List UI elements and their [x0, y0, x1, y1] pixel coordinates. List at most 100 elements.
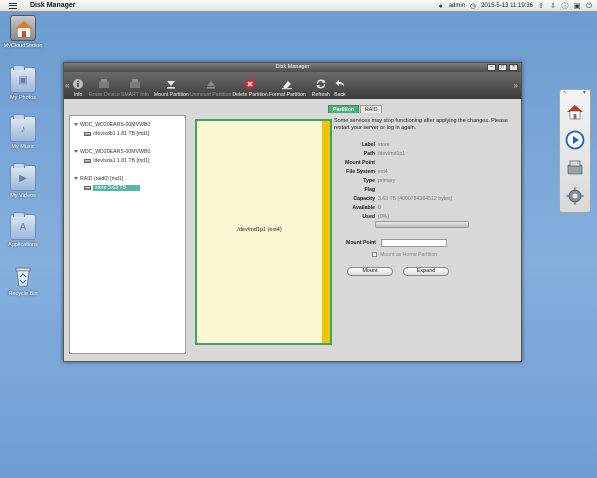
desktop-icon-label: My Music: [11, 144, 35, 150]
mount-point-input[interactable]: [381, 239, 447, 247]
format-partition-button[interactable]: Format Partition: [269, 78, 306, 98]
info-icon[interactable]: ⓘ: [561, 2, 569, 10]
download-icon[interactable]: ⇩: [549, 2, 557, 10]
delete-icon: [244, 78, 256, 90]
desktop-icon-recycle-bin[interactable]: Recycle Bin: [2, 263, 44, 297]
close-button[interactable]: ×: [509, 64, 518, 71]
refresh-button[interactable]: Refresh: [312, 78, 330, 98]
dock-menu-icon[interactable]: ▼: [582, 90, 587, 96]
erase-device-icon: [98, 78, 110, 90]
tree-device-2[interactable]: WDC_WD20EARS-00MVWB0: [74, 149, 150, 155]
refresh-label: Refresh: [311, 92, 330, 98]
tree-raid[interactable]: RAID (raid0) [md1]: [74, 176, 123, 182]
home-partition-checkbox[interactable]: [372, 252, 377, 257]
tree-device-1[interactable]: WDC_WD20EARS-00MVWB0: [74, 122, 150, 128]
settings-gear-icon: [566, 187, 584, 205]
desktop-icon-my-photos[interactable]: ▣ My Photos: [2, 65, 44, 101]
desktop-icon-my-music[interactable]: ♪ My Music: [2, 114, 44, 150]
expand-triangle-icon[interactable]: [74, 150, 78, 154]
desktop-icon-label: MyCloudStation: [3, 43, 43, 49]
unmount-partition-button[interactable]: Unmount Partition: [189, 78, 232, 98]
tree-partition-sda1[interactable]: /dev/sda1 1.81 TB [md1]: [84, 158, 149, 164]
tree-partition-sdb1[interactable]: /dev/sdb1 1.81 TB [md1]: [84, 131, 149, 137]
unmount-icon: [205, 78, 217, 90]
desktop-icon-applications[interactable]: A Applications: [2, 212, 44, 248]
format-icon: [281, 78, 293, 90]
disk-icon: [84, 185, 91, 190]
expand-button[interactable]: Expand: [403, 267, 449, 276]
top-bar: Disk Manager ● admin ◷ 2015-5-13 11:19:3…: [0, 0, 597, 12]
warning-message: Some services may stop functioning after…: [334, 118, 508, 131]
raid-name: RAID (raid0) [md1]: [80, 176, 124, 182]
partition-map[interactable]: /dev/md1p1 (ext4): [195, 119, 332, 345]
detail-value: primary: [378, 178, 396, 184]
window-switch-icon[interactable]: ▣: [573, 2, 581, 10]
usage-progress-bar: [375, 221, 469, 228]
mount-button[interactable]: Mount: [347, 267, 393, 276]
tab-raid[interactable]: RAID: [360, 105, 383, 113]
detail-key: Label: [361, 142, 375, 148]
detail-key: Used: [362, 214, 375, 220]
device-name: WDC_WD20EARS-00MVWB0: [80, 122, 151, 128]
media-player-icon: [565, 130, 585, 150]
detail-value: 3.63 TB (4000784384512 bytes): [378, 196, 453, 202]
minimize-button[interactable]: –: [487, 64, 496, 71]
username[interactable]: admin: [449, 3, 465, 9]
info-label: Info: [73, 92, 83, 98]
disk-manager-window: Disk Manager – □ × « Info Erase Device S…: [63, 62, 522, 362]
erase-device-button[interactable]: Erase Device: [89, 78, 120, 98]
smart-info-label: SMART Info: [120, 92, 149, 98]
folder-photos-icon: ▣: [10, 65, 36, 93]
back-button[interactable]: Back: [334, 78, 346, 98]
unmount-partition-label: Unmount Partition: [189, 92, 232, 98]
delete-partition-button[interactable]: Delete Partition: [232, 78, 268, 98]
right-dock: ↖ ▼: [559, 89, 591, 213]
expand-triangle-icon[interactable]: [74, 123, 78, 127]
dock-home-button[interactable]: [563, 100, 587, 124]
erase-device-label: Erase Device: [89, 92, 120, 98]
detail-tabs: Partition RAID: [328, 105, 383, 113]
selected-partition-name: store 3.63 TB: [93, 185, 141, 191]
detail-key: File System: [346, 169, 375, 175]
tab-partition[interactable]: Partition: [328, 105, 360, 113]
desktop-icon-label: My Videos: [10, 193, 36, 199]
mount-partition-label: Mount Partition: [153, 92, 189, 98]
smart-info-icon: [129, 78, 141, 90]
info-button[interactable]: Info: [72, 78, 84, 98]
dock-storage-button[interactable]: [563, 156, 587, 180]
dock-settings-button[interactable]: [563, 184, 587, 208]
home-partition-label: Mount as Home Partition: [380, 252, 438, 258]
detail-key: Capacity: [353, 196, 375, 202]
maximize-button[interactable]: □: [498, 64, 507, 71]
top-bar-status: ● admin ◷ 2015-5-13 11:19:36 ⇧ ⇩ ⓘ ▣ ⏻: [437, 0, 593, 12]
smart-info-button[interactable]: SMART Info: [121, 78, 149, 98]
mount-partition-button[interactable]: Mount Partition: [154, 78, 189, 98]
detail-value: /dev/md1p1: [378, 151, 406, 157]
partition-details: Some services may stop functioning after…: [334, 118, 516, 220]
folder-videos-icon: ▶: [10, 163, 36, 191]
dock-collapse-icon[interactable]: ↖: [563, 90, 567, 96]
main-menu-button[interactable]: [6, 0, 20, 12]
toolbar-scroll-left-icon[interactable]: «: [65, 81, 69, 90]
format-partition-label: Format Partition: [268, 92, 306, 98]
expand-triangle-icon[interactable]: [74, 177, 78, 181]
window-title: Disk Manager: [275, 64, 310, 70]
toolbar-scroll-right-icon[interactable]: »: [514, 81, 518, 90]
dock-media-player-button[interactable]: [563, 128, 587, 152]
desktop-icon-label: My Photos: [10, 95, 36, 101]
partition-map-free-segment[interactable]: [322, 121, 330, 343]
delete-partition-label: Delete Partition: [232, 92, 268, 98]
storage-drive-icon: [567, 160, 583, 175]
detail-value: 0: [378, 205, 381, 211]
desktop-icon-mycloudstation[interactable]: MyCloudStation: [2, 15, 44, 49]
power-icon[interactable]: ⏻: [585, 2, 593, 10]
tree-raid-store[interactable]: store 3.63 TB: [84, 185, 141, 191]
disk-icon: [84, 158, 91, 163]
upload-icon[interactable]: ⇧: [537, 2, 545, 10]
window-titlebar[interactable]: Disk Manager – □ ×: [64, 63, 521, 72]
desktop-icon-my-videos[interactable]: ▶ My Videos: [2, 163, 44, 199]
detail-value: store: [378, 142, 390, 148]
home-icon: [567, 105, 583, 120]
detail-key: Flag: [364, 187, 375, 193]
detail-key: Mount Point: [345, 160, 375, 166]
